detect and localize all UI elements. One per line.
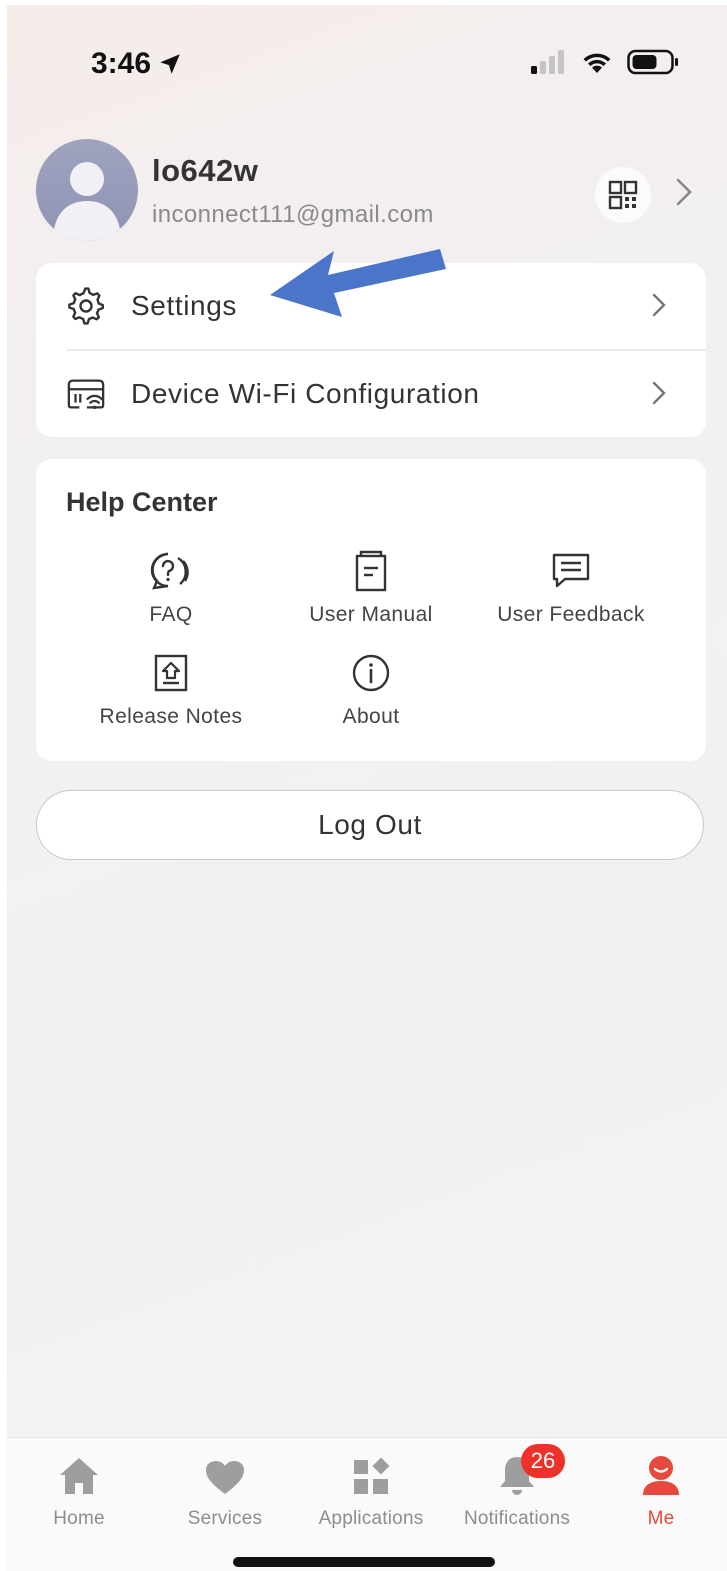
tab-home[interactable]: Home	[9, 1452, 149, 1530]
notifications-badge: 26	[521, 1444, 565, 1478]
user-manual-label: User Manual	[309, 603, 433, 626]
user-email: inconnect111@gmail.com	[152, 201, 434, 228]
router-wifi-icon	[66, 374, 106, 414]
device-wifi-label: Device Wi-Fi Configuration	[131, 378, 480, 409]
chevron-right-icon	[652, 293, 666, 322]
tab-services-label: Services	[187, 1508, 263, 1529]
screen: 3:46 lo642w inconnect111@gmail.com Setti…	[7, 5, 727, 1571]
help-center-title: Help Center	[66, 487, 218, 517]
profile-chevron-icon[interactable]	[675, 177, 693, 212]
gear-icon	[66, 286, 106, 326]
tab-notifications[interactable]: 26 Notifications	[447, 1444, 587, 1530]
apps-icon	[301, 1452, 441, 1496]
bell-icon: 26	[447, 1444, 587, 1496]
help-item-user-manual[interactable]: User Manual	[276, 547, 466, 627]
about-label: About	[342, 705, 400, 728]
qr-code-button[interactable]	[595, 167, 651, 223]
tab-me-label: Me	[647, 1508, 675, 1529]
release-notes-label: Release Notes	[99, 705, 243, 728]
tab-notifications-label: Notifications	[463, 1508, 571, 1529]
tab-home-label: Home	[53, 1508, 105, 1529]
help-item-user-feedback[interactable]: User Feedback	[476, 547, 666, 627]
tab-applications[interactable]: Applications	[301, 1452, 441, 1530]
faq-label: FAQ	[149, 603, 193, 626]
heart-icon	[155, 1452, 295, 1496]
avatar[interactable]	[36, 139, 138, 241]
chevron-right-icon	[652, 381, 666, 410]
me-icon	[591, 1452, 727, 1496]
menu-item-device-wifi-configuration[interactable]: Device Wi-Fi Configuration	[36, 351, 706, 437]
wifi-icon	[583, 53, 611, 73]
cellular-signal-icon	[531, 50, 564, 74]
release-notes-icon	[76, 649, 266, 697]
status-time: 3:46	[91, 47, 183, 81]
battery-icon	[627, 49, 678, 75]
username: lo642w	[152, 153, 259, 188]
help-center-card: Help Center FAQ User Manual User Feedbac…	[36, 459, 706, 761]
status-icons	[531, 49, 679, 75]
help-item-about[interactable]: About	[276, 649, 466, 729]
manual-icon	[276, 547, 466, 595]
location-arrow-icon	[160, 54, 180, 74]
help-item-release-notes[interactable]: Release Notes	[76, 649, 266, 729]
tab-me[interactable]: Me	[591, 1452, 727, 1530]
tab-services[interactable]: Services	[155, 1452, 295, 1530]
settings-label: Settings	[131, 290, 237, 321]
log-out-button[interactable]: Log Out	[36, 790, 704, 860]
feedback-icon	[476, 547, 666, 595]
tab-bar: Home Services Applications 26 Notificati…	[7, 1437, 727, 1571]
qr-code-icon	[608, 180, 638, 210]
annotation-arrow-icon	[270, 249, 446, 317]
help-item-faq[interactable]: FAQ	[76, 547, 266, 627]
home-indicator	[233, 1557, 495, 1567]
person-silhouette-icon	[53, 162, 121, 241]
home-icon	[9, 1452, 149, 1496]
faq-icon	[76, 547, 266, 595]
tab-applications-label: Applications	[318, 1508, 424, 1529]
user-feedback-label: User Feedback	[497, 603, 645, 626]
info-icon	[276, 649, 466, 697]
